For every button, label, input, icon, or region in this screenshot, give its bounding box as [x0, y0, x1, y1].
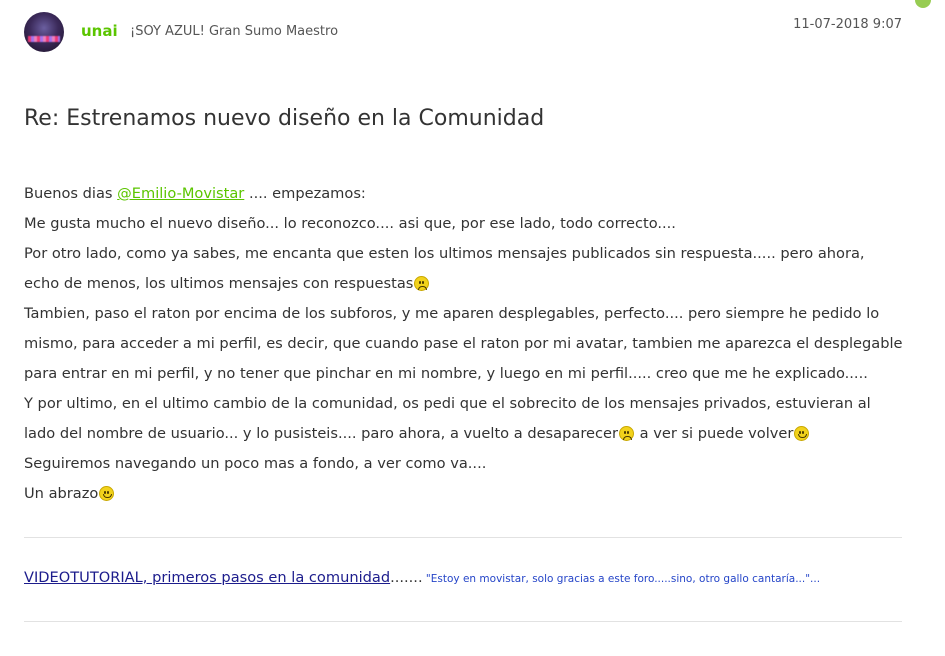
videotutorial-link[interactable]: VIDEOTUTORIAL, primeros pasos en la comu…: [24, 569, 390, 586]
body-line-7-text: Un abrazo: [24, 485, 99, 502]
signature-dots: .......: [390, 569, 423, 586]
greeting-after: .... empezamos:: [244, 185, 366, 202]
post-body: Buenos dias @Emilio-Movistar .... empeza…: [24, 179, 904, 509]
signature: VIDEOTUTORIAL, primeros pasos en la comu…: [24, 569, 820, 586]
body-line-6: Seguiremos navegando un poco mas a fondo…: [24, 455, 487, 472]
body-line-5-text-b: a ver si puede volver: [634, 425, 794, 442]
body-line-5: Y por ultimo, en el ultimo cambio de la …: [24, 389, 904, 449]
sad-face-emoji-icon: [618, 426, 634, 441]
author-username-link[interactable]: unai: [81, 22, 118, 40]
forum-post: unai ¡SOY AZUL! Gran Sumo Maestro 11-07-…: [0, 0, 945, 656]
post-title: Re: Estrenamos nuevo diseño en la Comuni…: [24, 106, 545, 131]
sad-face-emoji-icon: [414, 276, 430, 291]
body-line-3: Por otro lado, como ya sabes, me encanta…: [24, 239, 904, 299]
body-line-3-text: Por otro lado, como ya sabes, me encanta…: [24, 245, 865, 292]
avatar-image-lights: [28, 36, 60, 42]
author-rank: ¡SOY AZUL! Gran Sumo Maestro: [130, 24, 339, 39]
smile-face-emoji-icon: [794, 426, 810, 441]
greeting-text: Buenos dias: [24, 185, 118, 202]
smile-face-emoji-icon: [99, 486, 115, 501]
body-line-2: Me gusta mucho el nuevo diseño... lo rec…: [24, 215, 676, 232]
user-mention-link[interactable]: @Emilio-Movistar: [117, 185, 244, 202]
signature-divider-bottom: [24, 621, 902, 622]
body-line-greeting: Buenos dias @Emilio-Movistar .... empeza…: [24, 179, 904, 209]
settings-icon[interactable]: [915, 0, 931, 8]
post-date: 11-07-2018 9:07: [793, 17, 902, 32]
signature-quote: "Estoy en movistar, solo gracias a este …: [422, 573, 821, 585]
signature-divider-top: [24, 537, 902, 538]
body-line-7: Un abrazo: [24, 479, 904, 509]
body-line-4: Tambien, paso el raton por encima de los…: [24, 305, 903, 382]
avatar[interactable]: [24, 12, 64, 52]
